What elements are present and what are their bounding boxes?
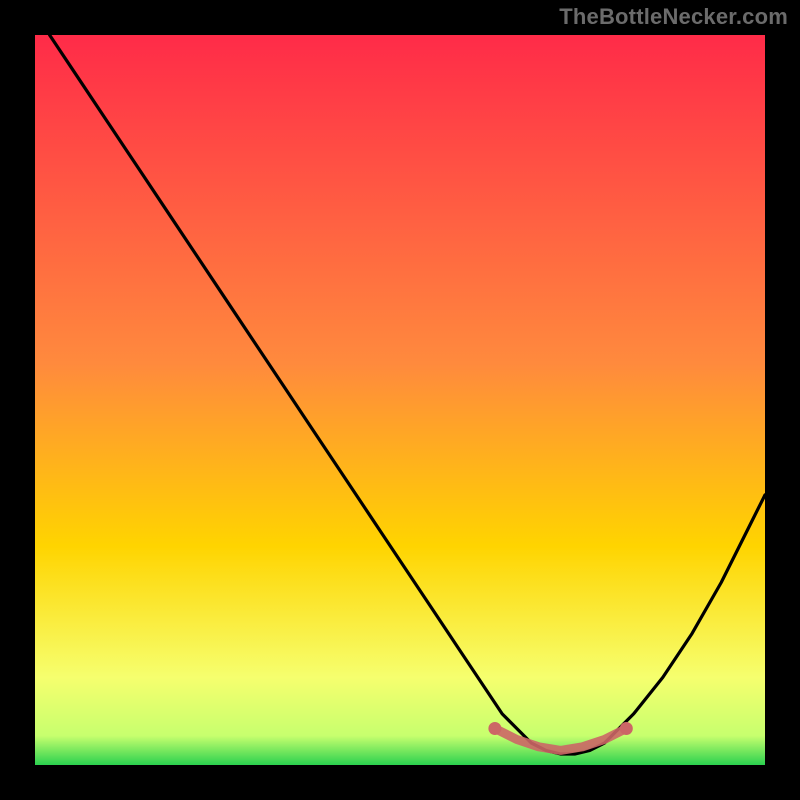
- plot-area: [35, 35, 765, 765]
- chart-frame: TheBottleNecker.com: [0, 0, 800, 800]
- watermark-text: TheBottleNecker.com: [559, 4, 788, 30]
- gradient-background: [35, 35, 765, 765]
- optimal-range-endpoint: [488, 722, 501, 735]
- chart-svg: [35, 35, 765, 765]
- optimal-range-endpoint: [620, 722, 633, 735]
